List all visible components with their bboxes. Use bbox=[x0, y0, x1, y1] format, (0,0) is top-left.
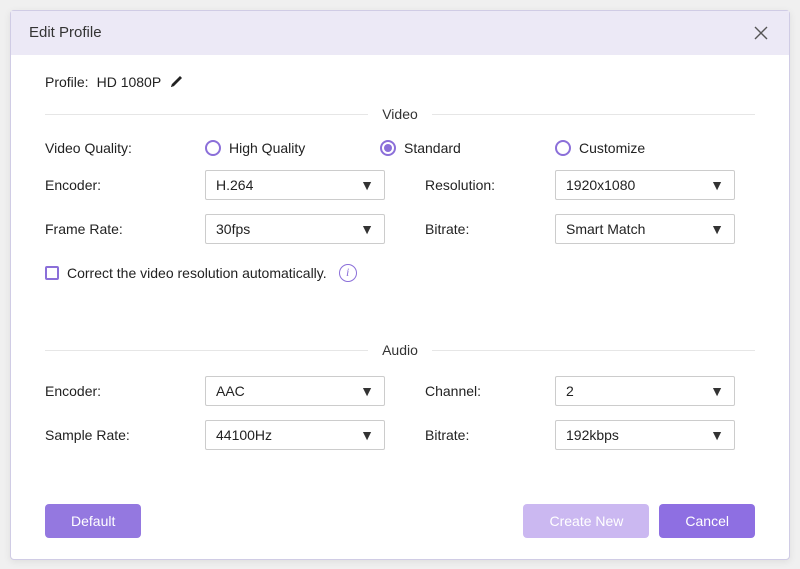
radio-icon bbox=[380, 140, 396, 156]
video-encoder-select[interactable]: H.264 ▼ bbox=[205, 170, 385, 200]
video-section-label: Video bbox=[368, 106, 432, 122]
close-icon bbox=[754, 26, 768, 40]
edit-profile-dialog: Edit Profile Profile: HD 1080P Video Vid… bbox=[10, 10, 790, 560]
default-button[interactable]: Default bbox=[45, 504, 141, 538]
video-section-header: Video bbox=[45, 106, 755, 122]
chevron-down-icon: ▼ bbox=[360, 221, 374, 237]
samplerate-value: 44100Hz bbox=[216, 427, 272, 443]
video-bitrate-select[interactable]: Smart Match ▼ bbox=[555, 214, 735, 244]
dialog-title: Edit Profile bbox=[29, 24, 102, 41]
channel-select[interactable]: 2 ▼ bbox=[555, 376, 735, 406]
video-encoder-value: H.264 bbox=[216, 177, 253, 193]
samplerate-select[interactable]: 44100Hz ▼ bbox=[205, 420, 385, 450]
audio-bitrate-value: 192kbps bbox=[566, 427, 619, 443]
cancel-button[interactable]: Cancel bbox=[659, 504, 755, 538]
radio-standard-label: Standard bbox=[404, 140, 461, 156]
radio-icon bbox=[205, 140, 221, 156]
audio-encoder-select[interactable]: AAC ▼ bbox=[205, 376, 385, 406]
video-quality-row: Video Quality: High Quality Standard Cus… bbox=[45, 140, 755, 156]
dialog-footer: Default Create New Cancel bbox=[11, 499, 789, 559]
close-button[interactable] bbox=[751, 23, 771, 43]
radio-customize-label: Customize bbox=[579, 140, 645, 156]
radio-icon bbox=[555, 140, 571, 156]
profile-name: HD 1080P bbox=[97, 74, 162, 90]
chevron-down-icon: ▼ bbox=[360, 383, 374, 399]
radio-customize[interactable]: Customize bbox=[555, 140, 645, 156]
audio-encoder-value: AAC bbox=[216, 383, 245, 399]
resolution-select[interactable]: 1920x1080 ▼ bbox=[555, 170, 735, 200]
radio-high-quality[interactable]: High Quality bbox=[205, 140, 380, 156]
profile-row: Profile: HD 1080P bbox=[45, 73, 755, 92]
audio-encoder-label: Encoder: bbox=[45, 383, 205, 399]
profile-label: Profile: bbox=[45, 74, 89, 90]
titlebar: Edit Profile bbox=[11, 11, 789, 55]
framerate-select[interactable]: 30fps ▼ bbox=[205, 214, 385, 244]
video-quality-label: Video Quality: bbox=[45, 140, 205, 156]
framerate-label: Frame Rate: bbox=[45, 221, 205, 237]
create-new-button[interactable]: Create New bbox=[523, 504, 649, 538]
edit-profile-name-button[interactable] bbox=[169, 73, 185, 92]
channel-value: 2 bbox=[566, 383, 574, 399]
audio-form-grid: Encoder: AAC ▼ Channel: 2 ▼ Sample Rate:… bbox=[45, 376, 755, 450]
chevron-down-icon: ▼ bbox=[710, 221, 724, 237]
chevron-down-icon: ▼ bbox=[360, 427, 374, 443]
resolution-value: 1920x1080 bbox=[566, 177, 635, 193]
channel-label: Channel: bbox=[425, 383, 555, 399]
info-icon[interactable]: i bbox=[339, 264, 357, 282]
video-quality-radio-group: High Quality Standard Customize bbox=[205, 140, 755, 156]
audio-section-label: Audio bbox=[368, 342, 432, 358]
video-encoder-label: Encoder: bbox=[45, 177, 205, 193]
chevron-down-icon: ▼ bbox=[710, 177, 724, 193]
radio-standard[interactable]: Standard bbox=[380, 140, 555, 156]
chevron-down-icon: ▼ bbox=[710, 427, 724, 443]
auto-resolution-label: Correct the video resolution automatical… bbox=[67, 265, 327, 281]
auto-resolution-checkbox[interactable] bbox=[45, 266, 59, 280]
audio-section-header: Audio bbox=[45, 342, 755, 358]
pencil-icon bbox=[169, 73, 185, 89]
video-bitrate-label: Bitrate: bbox=[425, 221, 555, 237]
resolution-label: Resolution: bbox=[425, 177, 555, 193]
auto-resolution-row: Correct the video resolution automatical… bbox=[45, 264, 755, 282]
dialog-content: Profile: HD 1080P Video Video Quality: H… bbox=[11, 55, 789, 499]
samplerate-label: Sample Rate: bbox=[45, 427, 205, 443]
chevron-down-icon: ▼ bbox=[710, 383, 724, 399]
chevron-down-icon: ▼ bbox=[360, 177, 374, 193]
video-bitrate-value: Smart Match bbox=[566, 221, 645, 237]
audio-bitrate-label: Bitrate: bbox=[425, 427, 555, 443]
video-form-grid: Encoder: H.264 ▼ Resolution: 1920x1080 ▼… bbox=[45, 170, 755, 244]
audio-bitrate-select[interactable]: 192kbps ▼ bbox=[555, 420, 735, 450]
radio-high-quality-label: High Quality bbox=[229, 140, 305, 156]
framerate-value: 30fps bbox=[216, 221, 250, 237]
